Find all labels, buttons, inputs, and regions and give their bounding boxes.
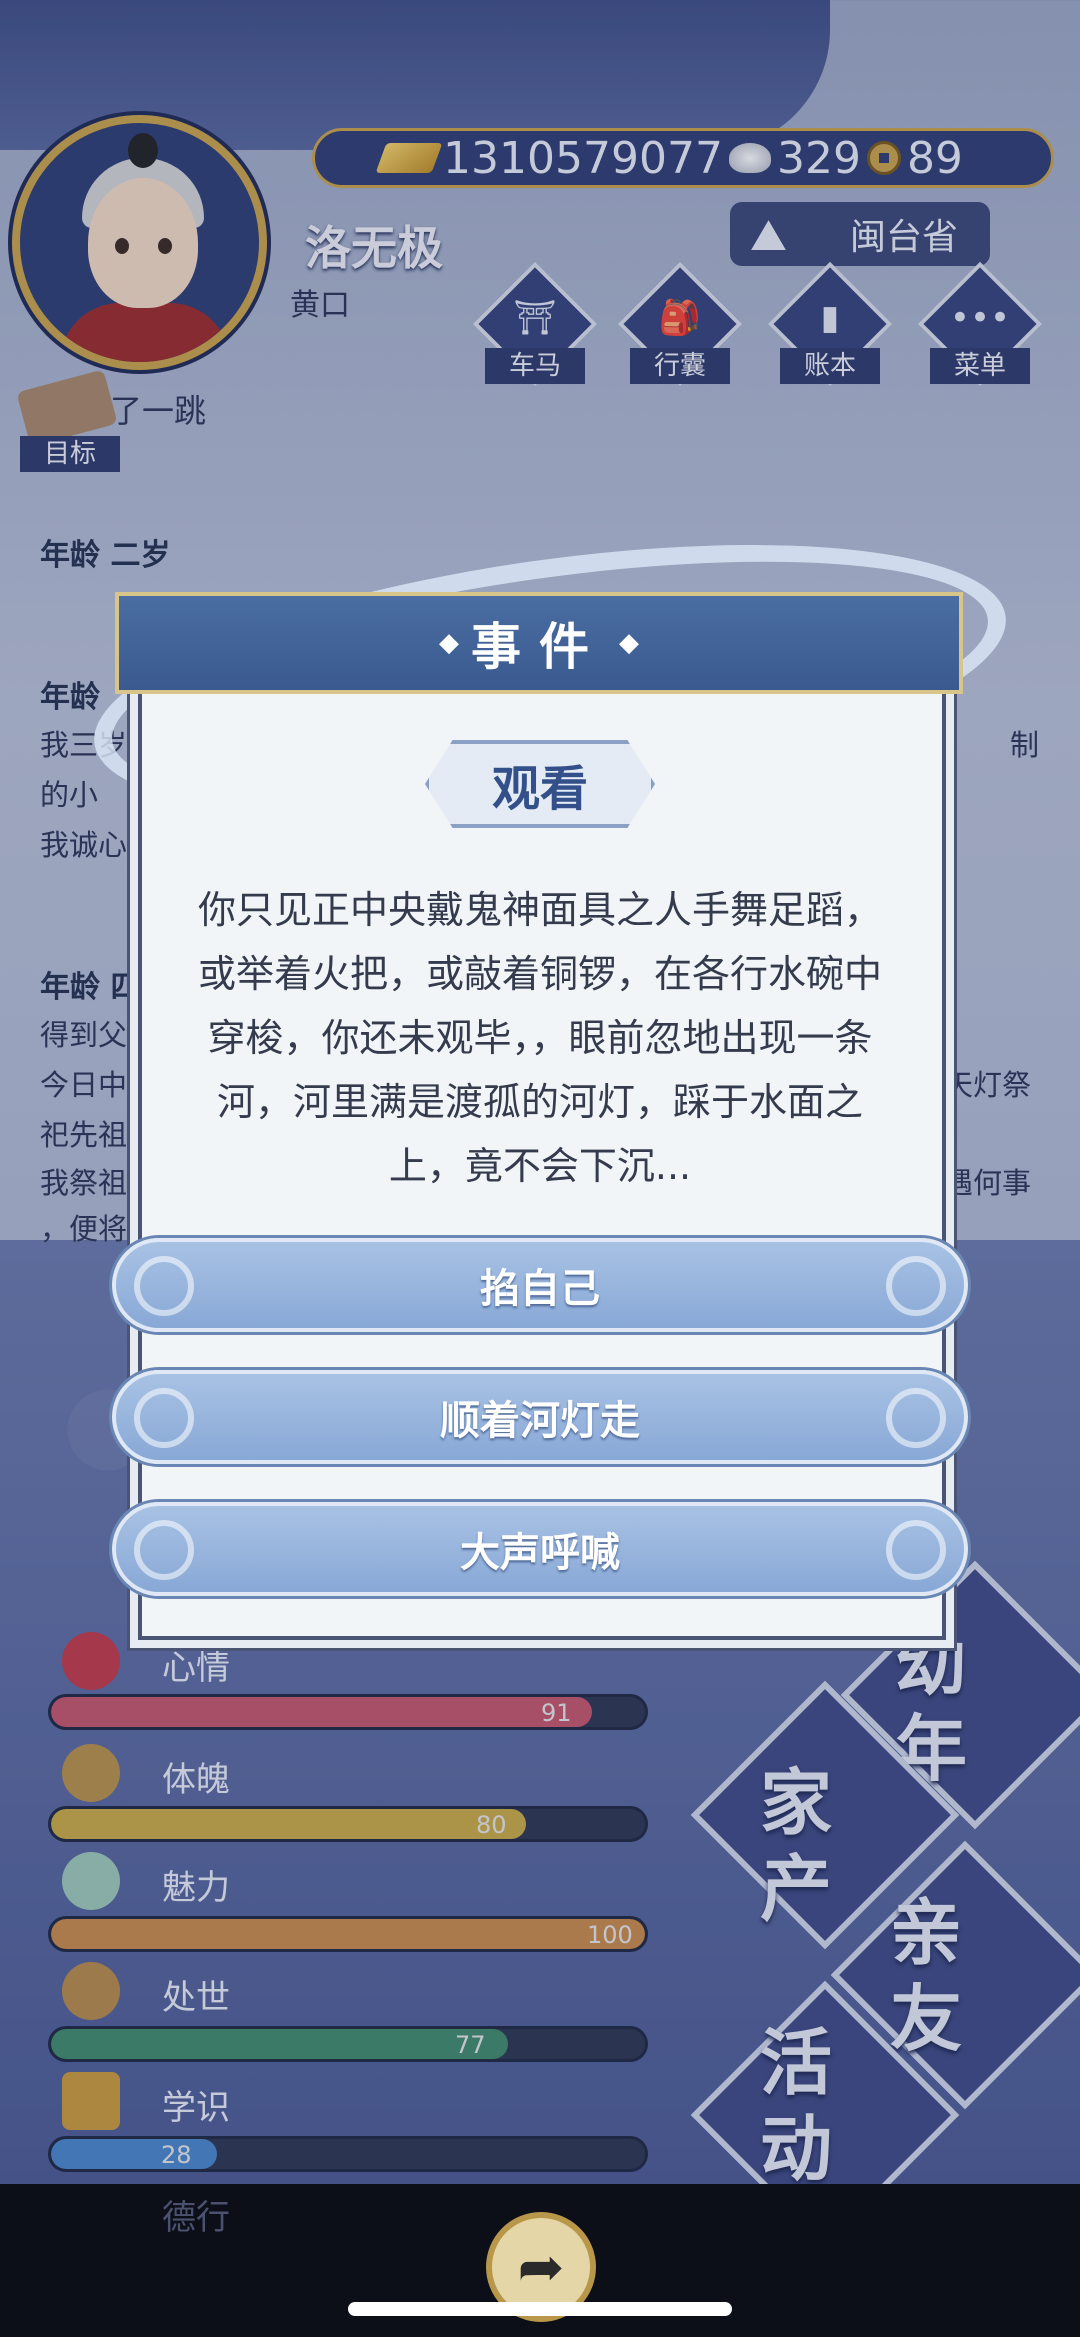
stat-label: 德行 — [162, 2198, 230, 2238]
cloud-swirl-icon — [134, 1256, 194, 1316]
cloud-swirl-icon — [134, 1388, 194, 1448]
event-description: 你只见正中央戴鬼神面具之人手舞足蹈，或举着火把，或敲着铜锣，在各行水碗中穿梭，你… — [197, 888, 882, 1188]
choice-button-shout[interactable]: 大声呼喊 — [112, 1502, 968, 1596]
cloud-swirl-icon — [886, 1256, 946, 1316]
share-icon: ➦ — [517, 2234, 565, 2300]
event-type-tag: 观看 — [425, 740, 655, 828]
choice-button-follow-lanterns[interactable]: 顺着河灯走 — [112, 1370, 968, 1464]
cloud-swirl-icon — [134, 1520, 194, 1580]
choice-label: 大声呼喊 — [460, 1530, 620, 1576]
choice-button-pinch-self[interactable]: 掐自己 — [112, 1238, 968, 1332]
cloud-swirl-icon — [886, 1520, 946, 1580]
event-dialog-title: 事件 — [471, 618, 607, 676]
cloud-swirl-icon — [886, 1388, 946, 1448]
home-indicator[interactable] — [348, 2302, 732, 2316]
choice-label: 顺着河灯走 — [440, 1398, 640, 1444]
choice-label: 掐自己 — [480, 1266, 600, 1312]
diamond-dot-icon: ◆ — [619, 628, 639, 658]
event-dialog-header: ◆ 事件 ◆ — [115, 592, 963, 694]
diamond-dot-icon: ◆ — [439, 628, 459, 658]
